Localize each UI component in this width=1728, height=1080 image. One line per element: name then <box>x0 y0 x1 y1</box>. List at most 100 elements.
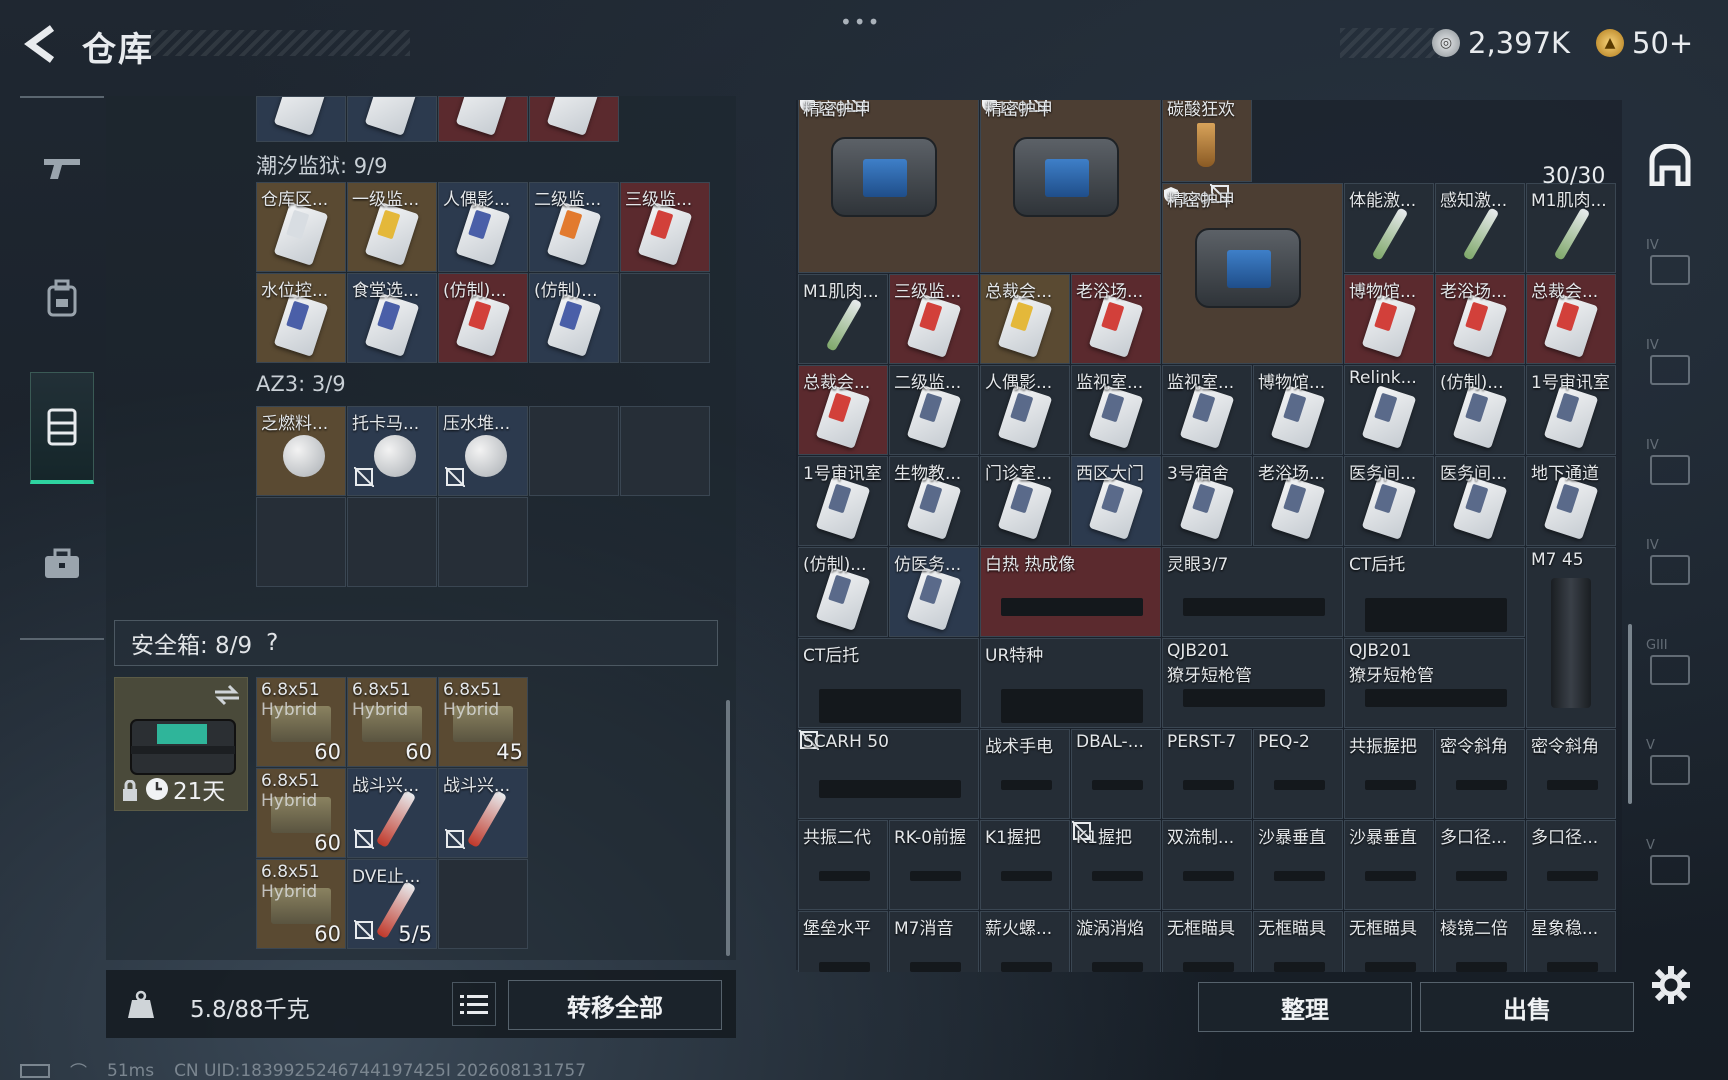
attachment-item[interactable]: 沙暴垂直 <box>1253 820 1343 910</box>
ammo-item[interactable]: 6.8x51 Hybrid 60 <box>256 859 346 949</box>
attachment-item[interactable]: 密令斜角 <box>1526 729 1616 819</box>
storage-tab-5[interactable]: GIII <box>1640 634 1700 696</box>
attachment-item[interactable]: 共振二代 <box>798 820 888 910</box>
prison-keycard[interactable]: 仓库区... <box>256 182 346 272</box>
swap-icon[interactable] <box>213 684 241 706</box>
help-button[interactable]: ? <box>266 630 278 656</box>
attachment-item[interactable]: K1握把 <box>1071 820 1161 910</box>
safe-box-container[interactable]: 21天 <box>114 677 248 811</box>
storage-tab-7[interactable]: V <box>1640 834 1700 896</box>
scope-item[interactable]: 白热 热成像 <box>980 547 1161 637</box>
armor-item[interactable]: 精密护甲 120 <box>980 100 1161 273</box>
scope-item[interactable]: 灵眼3/7 <box>1162 547 1343 637</box>
attachment-item[interactable]: 多口径... <box>1435 820 1525 910</box>
transfer-all-button[interactable]: 转移全部 <box>508 980 722 1030</box>
storage-tab-2[interactable]: IV <box>1640 334 1700 396</box>
keycard-item[interactable]: 老浴场... <box>1071 274 1161 364</box>
more-menu-button[interactable]: ••• <box>840 10 881 34</box>
keycard-item[interactable]: 三级监... <box>889 274 979 364</box>
armor-item[interactable]: 精密护甲 120 <box>798 100 979 273</box>
attachment-item[interactable]: 沙暴垂直 <box>1344 820 1434 910</box>
consumable-item[interactable]: DVE止... 5/5 <box>347 859 437 949</box>
attachment-item[interactable]: RK-0前握 <box>889 820 979 910</box>
attachment-item[interactable]: 无框瞄具 <box>1162 911 1252 972</box>
keycard-item[interactable]: 生物教... <box>889 456 979 546</box>
attachment-item[interactable]: PERST-7 <box>1162 729 1252 819</box>
keycard-item[interactable]: 二级监... <box>889 365 979 455</box>
prison-keycard[interactable]: 三级监... <box>620 182 710 272</box>
keycard-item[interactable]: 总裁会... <box>798 365 888 455</box>
attachment-item[interactable]: 密令斜角 <box>1435 729 1525 819</box>
consumable-item[interactable]: 战斗兴... <box>438 768 528 858</box>
attachment-item[interactable]: 星象稳... <box>1526 911 1616 972</box>
injector-item[interactable]: 感知激... <box>1435 183 1525 273</box>
keycard-item[interactable]: 人偶影... <box>980 365 1070 455</box>
attachment-item[interactable]: 双流制... <box>1162 820 1252 910</box>
ammo-item[interactable]: 6.8x51 Hybrid 45 <box>438 677 528 767</box>
nav-briefcase[interactable] <box>30 508 94 620</box>
keycard-item[interactable]: (仿制)... <box>798 547 888 637</box>
keycard-item[interactable]: 监视室... <box>1071 365 1161 455</box>
keycard-item[interactable]: 1号审讯室 <box>1526 365 1616 455</box>
prison-keycard[interactable]: 一级监... <box>347 182 437 272</box>
keycard-item[interactable]: (仿制)... <box>1435 365 1525 455</box>
keycard-item[interactable]: 博物馆... <box>1253 365 1343 455</box>
keycard-item[interactable]: 地下通道 <box>1526 456 1616 546</box>
ammo-item[interactable]: 6.8x51 Hybrid 60 <box>256 768 346 858</box>
attachment-item[interactable]: 战术手电 <box>980 729 1070 819</box>
az3-keycard[interactable]: 压水堆... <box>438 406 528 496</box>
storage-tab-1[interactable]: IV <box>1640 234 1700 296</box>
az3-keycard[interactable]: 乏燃料... <box>256 406 346 496</box>
az3-keycard[interactable]: 托卡马... <box>347 406 437 496</box>
injector-item[interactable]: M1肌肉... <box>1526 183 1616 273</box>
keycard-item[interactable]: 总裁会... <box>1526 274 1616 364</box>
left-scrollbar[interactable] <box>726 700 730 956</box>
right-scrollbar[interactable] <box>1628 624 1632 804</box>
injector-item[interactable]: 体能激... <box>1344 183 1434 273</box>
keycard-item[interactable]: 3号宿舍 <box>1162 456 1252 546</box>
nav-weapons[interactable] <box>30 112 94 224</box>
attachment-item[interactable]: 棱镜二倍 <box>1435 911 1525 972</box>
back-button[interactable] <box>20 22 60 66</box>
keycard-item[interactable]: 1号审讯室 <box>798 456 888 546</box>
keycard-item[interactable]: 西区大门 <box>1071 456 1161 546</box>
settings-button[interactable] <box>1650 964 1692 1010</box>
attachment-item[interactable]: 漩涡消焰 <box>1071 911 1161 972</box>
ammo-item[interactable]: 6.8x51 Hybrid 60 <box>347 677 437 767</box>
ammo-item[interactable]: 6.8x51 Hybrid 60 <box>256 677 346 767</box>
sort-button[interactable]: 整理 <box>1198 982 1412 1032</box>
consumable-item[interactable]: 战斗兴... <box>347 768 437 858</box>
attachment-item[interactable]: 无框瞄具 <box>1253 911 1343 972</box>
attachment-item[interactable]: K1握把 <box>980 820 1070 910</box>
magazine-item[interactable]: M7 45 <box>1526 547 1616 728</box>
nav-backpack[interactable] <box>30 242 94 354</box>
attachment-item[interactable]: 共振握把 <box>1344 729 1434 819</box>
keycard-item[interactable]: 仿医务... <box>889 547 979 637</box>
keycard-item[interactable]: 医务间... <box>1344 456 1434 546</box>
stock-item[interactable]: CT后托 <box>1344 547 1525 637</box>
attachment-item[interactable]: DBAL-... <box>1071 729 1161 819</box>
grip-item[interactable]: SCARH 50 <box>798 729 979 819</box>
attachment-item[interactable]: 无框瞄具 <box>1344 911 1434 972</box>
storage-home-button[interactable] <box>1640 134 1700 196</box>
storage-tab-3[interactable]: IV <box>1640 434 1700 496</box>
prison-keycard[interactable]: (仿制)... <box>529 273 619 363</box>
partial-item[interactable] <box>529 96 619 142</box>
keycard-item[interactable]: Relink... <box>1344 365 1434 455</box>
prison-keycard[interactable]: 水位控... <box>256 273 346 363</box>
keycard-item[interactable]: 老浴场... <box>1253 456 1343 546</box>
armor-item[interactable]: 精密护甲 120 <box>1162 183 1343 364</box>
attachment-item[interactable]: 多口径... <box>1526 820 1616 910</box>
keycard-item[interactable]: 医务间... <box>1435 456 1525 546</box>
storage-tab-6[interactable]: V <box>1640 734 1700 796</box>
stock-item[interactable]: CT后托 <box>798 638 979 728</box>
nav-storage[interactable] <box>30 372 94 484</box>
attachment-item[interactable]: M7消音 <box>889 911 979 972</box>
keycard-item[interactable]: 博物馆... <box>1344 274 1434 364</box>
injector-item[interactable]: M1肌肉... <box>798 274 888 364</box>
list-view-button[interactable] <box>452 982 496 1026</box>
prison-keycard[interactable]: 二级监... <box>529 182 619 272</box>
sell-button[interactable]: 出售 <box>1420 982 1634 1032</box>
prison-keycard[interactable]: (仿制)... <box>438 273 528 363</box>
keycard-item[interactable]: 门诊室... <box>980 456 1070 546</box>
